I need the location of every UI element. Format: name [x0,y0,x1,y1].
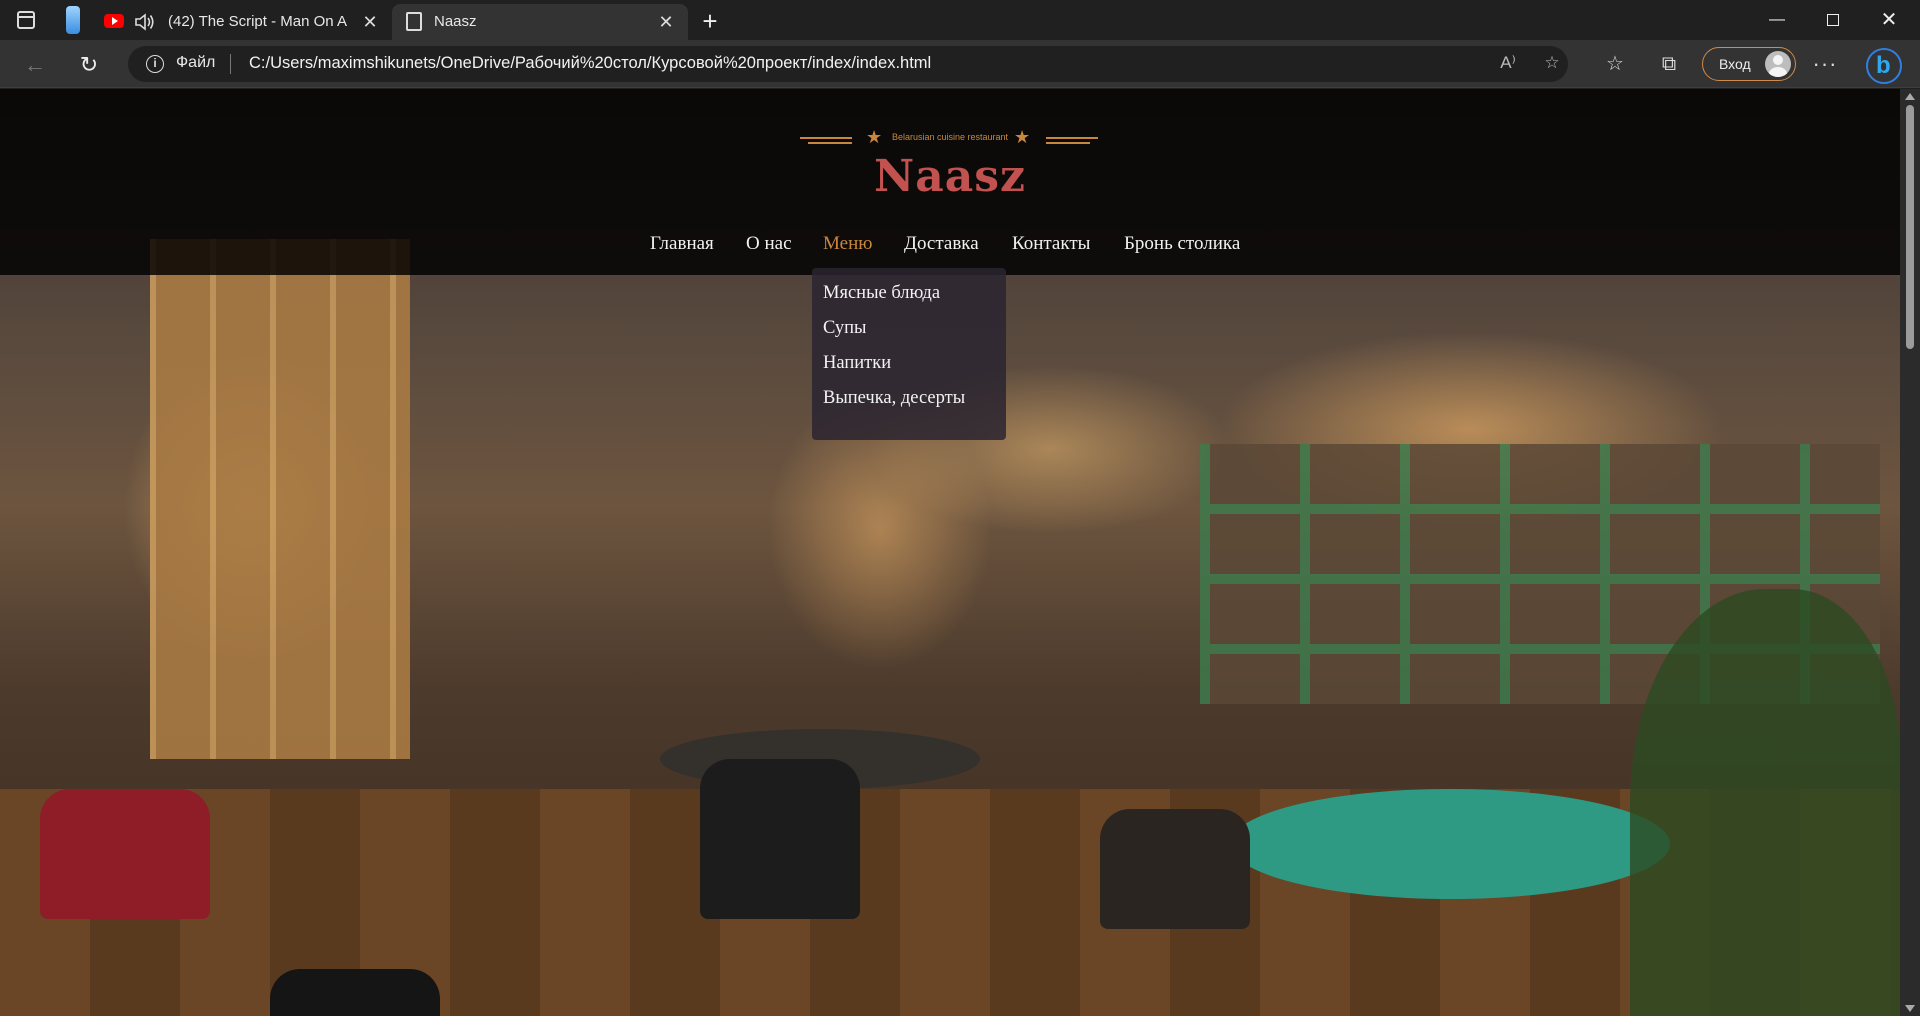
youtube-icon [104,14,124,28]
tab-naasz[interactable]: Naasz ✕ [392,4,688,40]
add-favorite-icon[interactable]: ☆ [1540,53,1564,75]
logo-tagline: Belarusian cuisine restaurant [891,132,1009,142]
dropdown-item-drinks[interactable]: Напитки [823,353,891,374]
page-viewport: ★ Belarusian cuisine restaurant ★ Naasz … [0,89,1900,1016]
browser-tab-strip: (42) The Script - Man On A Wire ✕ Naasz … [0,0,1920,40]
hero-round-table [1230,789,1670,899]
avatar [1765,51,1791,77]
hero-chair [270,969,440,1016]
signin-label: Вход [1719,56,1751,72]
address-bar[interactable]: i Файл C:/Users/maximshikunets/OneDrive/… [128,46,1568,82]
read-aloud-icon[interactable]: A⁾ [1496,53,1520,75]
dropdown-item-soups[interactable]: Супы [823,318,866,339]
back-button[interactable]: ← [20,50,50,80]
favorites-icon[interactable]: ☆ [1602,52,1628,76]
scroll-down-icon[interactable] [1905,1005,1915,1012]
nav-item-contacts[interactable]: Контакты [1012,233,1090,255]
main-nav: Главная О нас Меню Доставка Контакты Бро… [0,233,1900,263]
dropdown-item-desserts[interactable]: Выпечка, десерты [823,388,965,409]
nav-item-about[interactable]: О нас [746,233,792,255]
logo-name[interactable]: Naasz [800,151,1100,202]
copilot-icon[interactable] [1866,48,1902,84]
minimize-button[interactable]: — [1754,0,1800,40]
tab-title: (42) The Script - Man On A Wire [168,13,348,30]
tab-actions-icon[interactable] [14,8,38,32]
dropdown-item-meat[interactable]: Мясные блюда [823,283,940,304]
hero-cabinet [150,239,410,759]
reload-button[interactable]: ↻ [74,50,104,80]
hero-plant [1630,589,1900,1016]
url-text[interactable]: C:/Users/maximshikunets/OneDrive/Рабочий… [249,54,931,73]
star-icon: ★ [866,127,883,147]
hero-chair [1100,809,1250,929]
speaker-icon[interactable] [134,12,156,32]
nav-item-menu[interactable]: Меню [823,233,872,255]
tab-title: Naasz [434,13,477,30]
browser-toolbar: ← ↻ i Файл C:/Users/maximshikunets/OneDr… [0,40,1920,88]
site-header: ★ Belarusian cuisine restaurant ★ Naasz … [0,89,1900,275]
new-tab-button[interactable]: + [696,8,724,36]
star-icon: ★ [1014,127,1031,147]
address-separator [230,54,231,74]
maximize-button[interactable] [1810,0,1856,40]
close-window-button[interactable]: ✕ [1866,0,1912,40]
logo-tag-row: ★ Belarusian cuisine restaurant ★ [800,127,1100,149]
workspaces-icon[interactable] [66,6,80,34]
hero-chair [40,789,210,919]
scroll-thumb[interactable] [1906,105,1914,349]
collections-icon[interactable]: ⧉ [1656,52,1682,76]
menu-dropdown: Мясные блюда Супы Напитки Выпечка, десер… [812,268,1006,440]
site-label[interactable]: Файл [176,54,215,72]
document-icon [406,12,422,31]
restore-icon [1827,14,1839,26]
nav-item-home[interactable]: Главная [650,233,714,255]
more-options-icon[interactable]: ··· [1812,52,1838,76]
tab-youtube[interactable]: (42) The Script - Man On A Wire ✕ [96,4,388,40]
site-info-icon[interactable]: i [146,55,164,73]
scroll-up-icon[interactable] [1905,93,1915,100]
close-tab-icon[interactable]: ✕ [358,10,382,34]
page-scrollbar[interactable] [1900,89,1920,1016]
nav-item-booking[interactable]: Бронь столика [1124,233,1240,255]
signin-button[interactable]: Вход [1702,47,1796,81]
logo-ornament-line [1046,137,1098,144]
hero-chair [700,759,860,919]
nav-item-delivery[interactable]: Доставка [904,233,979,255]
close-tab-icon[interactable]: ✕ [654,10,678,34]
logo-ornament-line [800,137,852,144]
